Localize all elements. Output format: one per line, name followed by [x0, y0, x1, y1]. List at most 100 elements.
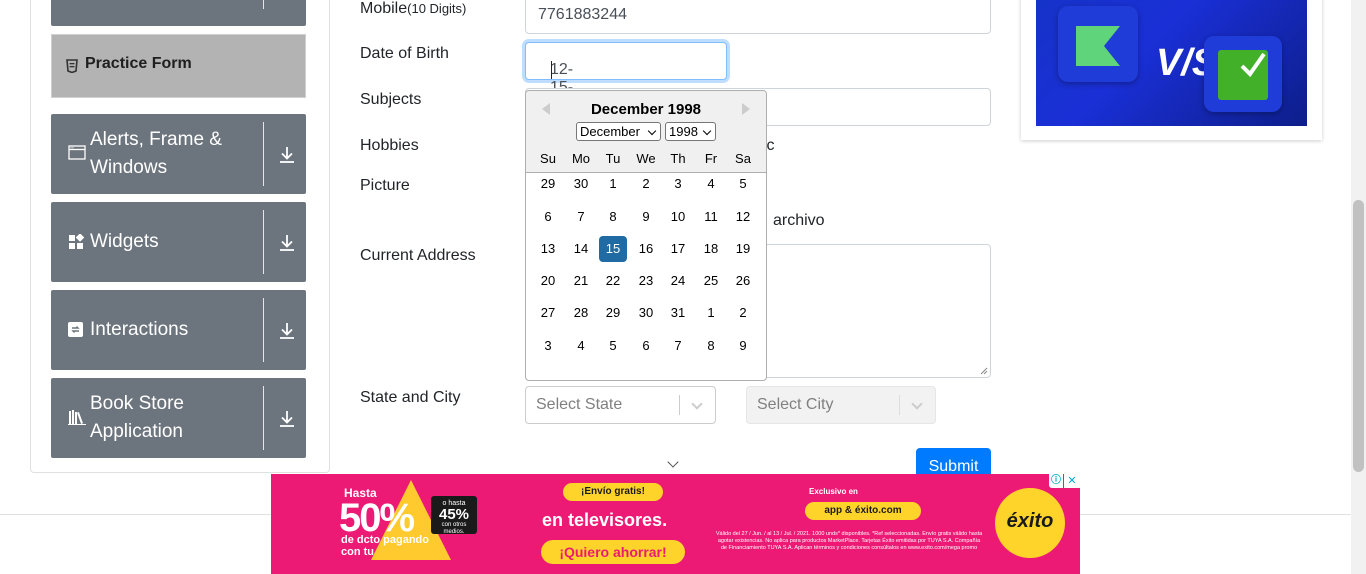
- separator: [263, 210, 264, 274]
- calendar-day[interactable]: 13: [534, 236, 562, 262]
- next-month-icon[interactable]: [742, 103, 750, 115]
- calendar-day[interactable]: 22: [599, 268, 627, 294]
- ad-banner-katalon-vs-selenium[interactable]: V/S: [1036, 0, 1307, 126]
- mobile-label-text: Mobile: [360, 0, 408, 17]
- calendar-day[interactable]: 1: [697, 300, 725, 326]
- ad-close-icon[interactable]: ✕: [1064, 474, 1080, 488]
- calendar-day[interactable]: 31: [664, 300, 692, 326]
- upload-picture-button[interactable]: archivo: [773, 212, 825, 230]
- calendar-day[interactable]: 16: [632, 236, 660, 262]
- dob-input[interactable]: 12-15-1998: [525, 42, 727, 114]
- sidebar-group-forms[interactable]: [51, 0, 306, 26]
- download-arrow-icon[interactable]: [278, 145, 296, 164]
- calendar-day[interactable]: 26: [729, 268, 757, 294]
- sidebar-group-widgets[interactable]: Widgets: [51, 202, 306, 282]
- calendar-day[interactable]: 1: [599, 171, 627, 197]
- calendar-day[interactable]: 9: [729, 333, 757, 359]
- download-arrow-icon[interactable]: [278, 233, 296, 252]
- books-icon: [68, 410, 86, 425]
- calendar-day[interactable]: 7: [664, 333, 692, 359]
- city-select[interactable]: Select City: [746, 386, 936, 424]
- month-select[interactable]: December: [576, 122, 661, 141]
- sidebar-group-label: Interactions: [90, 319, 189, 340]
- calendar-day[interactable]: 5: [599, 333, 627, 359]
- calendar-day[interactable]: 30: [567, 171, 595, 197]
- calendar-day[interactable]: 20: [534, 268, 562, 294]
- calendar-day[interactable]: 12: [729, 204, 757, 230]
- calendar-day[interactable]: 28: [567, 300, 595, 326]
- current-address-label: Current Address: [360, 247, 476, 264]
- calendar-day[interactable]: 29: [599, 300, 627, 326]
- sidebar-group-label: Widgets: [90, 231, 159, 252]
- calendar-day[interactable]: 11: [697, 204, 725, 230]
- chevron-down-icon: [691, 398, 703, 410]
- calendar-day[interactable]: 8: [599, 204, 627, 230]
- separator: [263, 298, 264, 362]
- calendar-day[interactable]: 6: [534, 204, 562, 230]
- weekday-label: Su: [540, 151, 556, 166]
- window-icon: [68, 145, 86, 160]
- calendar-day[interactable]: 10: [664, 204, 692, 230]
- calendar-day[interactable]: 8: [697, 333, 725, 359]
- calendar-day[interactable]: 25: [697, 268, 725, 294]
- weekday-label: Fr: [704, 151, 718, 166]
- sidebar-group-alerts[interactable]: Alerts, Frame & Windows: [51, 114, 306, 194]
- calendar-day[interactable]: 9: [632, 204, 660, 230]
- ad-cta-button[interactable]: ¡Quiero ahorrar!: [541, 540, 685, 564]
- calendar-day[interactable]: 4: [697, 171, 725, 197]
- scrollbar-thumb[interactable]: [1353, 200, 1364, 472]
- calendar-day[interactable]: 4: [567, 333, 595, 359]
- state-select[interactable]: Select State: [525, 386, 716, 424]
- calendar-day[interactable]: 23: [632, 268, 660, 294]
- sidebar: Practice Form Alerts, Frame & Windows Wi…: [30, 0, 330, 473]
- calendar-day-selected[interactable]: 15: [599, 236, 627, 262]
- calendar-day[interactable]: 29: [534, 171, 562, 197]
- calendar-day[interactable]: 24: [664, 268, 692, 294]
- calendar-day[interactable]: 6: [632, 333, 660, 359]
- calendar-day[interactable]: 3: [664, 171, 692, 197]
- state-city-label: State and City: [360, 389, 461, 406]
- ad-discount-45: 45%: [438, 506, 470, 523]
- sidebar-group-interactions[interactable]: Interactions: [51, 290, 306, 370]
- calendar-day[interactable]: 5: [729, 171, 757, 197]
- ad-legal-text: Válido del 27 / Jun. / al 13 / Jul. / 20…: [715, 531, 983, 551]
- calendar-day[interactable]: 7: [567, 204, 595, 230]
- calendar-day[interactable]: 17: [664, 236, 692, 262]
- calendar-day[interactable]: 2: [632, 171, 660, 197]
- calendar-day[interactable]: 14: [567, 236, 595, 262]
- calendar-day[interactable]: 18: [697, 236, 725, 262]
- sidebar-group-label: Book Store: [90, 393, 184, 414]
- calendar-day[interactable]: 19: [729, 236, 757, 262]
- widgets-icon: [69, 234, 84, 249]
- ad-text-exclusivo: Exclusivo en: [809, 487, 858, 496]
- download-arrow-icon[interactable]: [278, 409, 296, 428]
- calendar-day[interactable]: 21: [567, 268, 595, 294]
- sidebar-group-label-line2: Windows: [90, 157, 168, 178]
- separator: [263, 122, 264, 186]
- city-placeholder: Select City: [757, 396, 834, 413]
- resize-handle-icon[interactable]: [980, 367, 988, 375]
- selenium-logo: [1204, 36, 1282, 112]
- calendar-day[interactable]: 2: [729, 300, 757, 326]
- separator: [263, 0, 264, 9]
- download-arrow-icon[interactable]: [278, 321, 296, 340]
- bottom-ad-banner[interactable]: Hasta 50% o hasta 45% con otros medios. …: [271, 474, 1080, 574]
- sidebar-group-book-store[interactable]: Book Store Application: [51, 378, 306, 458]
- text-caret: [551, 61, 552, 79]
- year-select[interactable]: 1998: [665, 122, 716, 141]
- calendar-day[interactable]: 30: [632, 300, 660, 326]
- subjects-label: Subjects: [360, 91, 422, 108]
- katalon-logo-notch: [1104, 26, 1120, 66]
- mobile-input[interactable]: 7761883244: [525, 0, 991, 34]
- weekday-label: We: [636, 151, 656, 166]
- ad-secondary-discount: o hasta 45% con otros medios.: [431, 496, 477, 535]
- calendar-day[interactable]: 27: [534, 300, 562, 326]
- ad-info-icon[interactable]: ⓘ: [1049, 474, 1063, 488]
- datepicker: December 1998 December 1998 Su Mo Tu We Th Fr…: [525, 90, 767, 381]
- chevron-down-icon[interactable]: [667, 456, 679, 468]
- exito-logo-text: éxito: [1006, 510, 1054, 532]
- sidebar-item-practice-form[interactable]: Practice Form: [51, 34, 306, 98]
- form-icon: [66, 59, 78, 73]
- mobile-hint: (10 Digits): [407, 1, 467, 16]
- calendar-day[interactable]: 3: [534, 333, 562, 359]
